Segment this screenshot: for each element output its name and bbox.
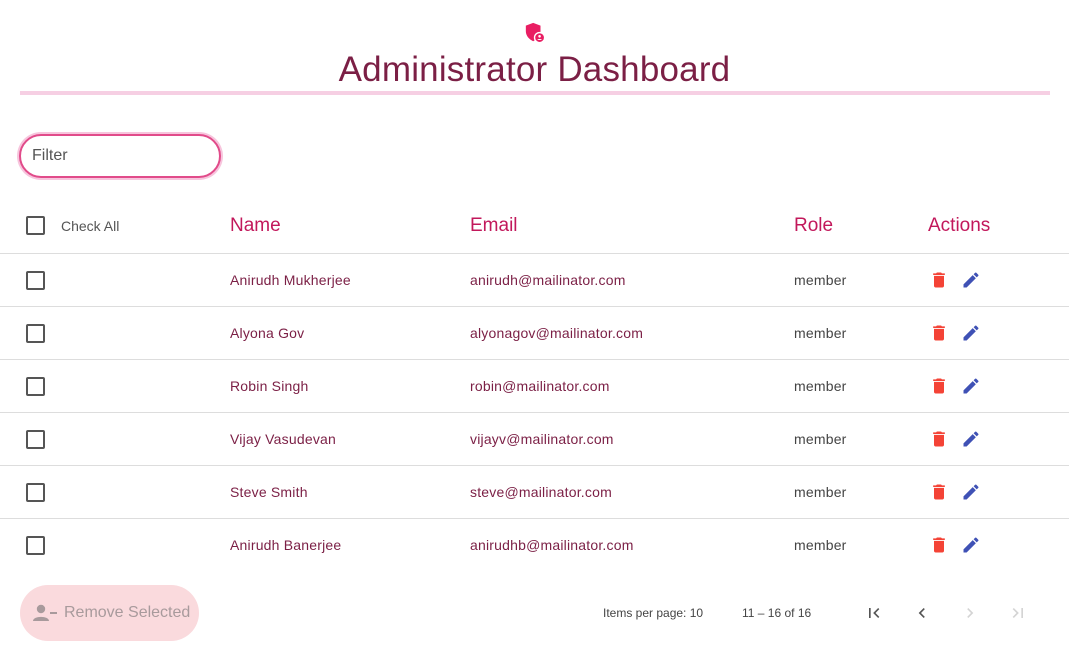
filter-field[interactable] <box>19 134 221 178</box>
remove-selected-label: Remove Selected <box>64 604 191 621</box>
items-per-page: Items per page: 10 <box>603 606 703 620</box>
row-checkbox[interactable] <box>26 429 45 449</box>
page-range-label: 11 – 16 of 16 <box>742 606 812 620</box>
first-page-icon <box>869 608 880 618</box>
filter-input[interactable] <box>30 136 214 176</box>
edit-icon[interactable] <box>960 428 982 450</box>
user-name: Robin Singh <box>230 378 309 394</box>
user-email: vijayv@mailinator.com <box>470 431 614 447</box>
user-email: anirudh@mailinator.com <box>470 272 626 288</box>
user-name: Anirudh Banerjee <box>230 537 342 553</box>
user-email: alyonagov@mailinator.com <box>470 325 644 341</box>
row-checkbox[interactable] <box>26 535 45 555</box>
last-page-icon <box>1012 608 1023 618</box>
table-row: Anirudh Banerjee anirudhb@mailinator.com… <box>0 519 1069 571</box>
page-title: Administrator Dashboard <box>338 50 731 89</box>
user-role: member <box>794 378 847 394</box>
check-all-label: Check All <box>61 217 120 234</box>
user-role: member <box>794 431 847 447</box>
edit-icon[interactable] <box>960 322 982 344</box>
user-email: robin@mailinator.com <box>470 378 610 394</box>
users-table: Check All Name Email Role Actions Anirud… <box>0 198 1069 571</box>
admin-dashboard-page: Administrator Dashboard Check All Name E… <box>0 0 1069 645</box>
remove-user-icon <box>33 604 57 621</box>
row-checkbox[interactable] <box>26 323 45 343</box>
user-role: member <box>794 325 847 341</box>
delete-icon[interactable] <box>928 428 950 450</box>
remove-selected-button[interactable]: Remove Selected <box>20 585 199 641</box>
items-per-page-select[interactable]: 10 <box>690 606 703 620</box>
user-email: steve@mailinator.com <box>470 484 612 500</box>
delete-icon[interactable] <box>928 375 950 397</box>
edit-icon[interactable] <box>960 534 982 556</box>
title-divider <box>20 91 1050 95</box>
column-header-name[interactable]: Name <box>230 198 281 253</box>
table-row: Alyona Gov alyonagov@mailinator.com memb… <box>0 307 1069 360</box>
user-role: member <box>794 537 847 553</box>
admin-shield-icon <box>525 22 546 44</box>
edit-icon[interactable] <box>960 269 982 291</box>
column-header-email[interactable]: Email <box>470 198 518 253</box>
table-row: Steve Smith steve@mailinator.com member <box>0 466 1069 519</box>
user-name: Anirudh Mukherjee <box>230 272 351 288</box>
row-checkbox[interactable] <box>26 270 45 290</box>
edit-icon[interactable] <box>960 375 982 397</box>
delete-icon[interactable] <box>928 481 950 503</box>
user-role: member <box>794 484 847 500</box>
last-page-button[interactable] <box>1006 601 1030 625</box>
user-name: Steve Smith <box>230 484 308 500</box>
delete-icon[interactable] <box>928 322 950 344</box>
chevron-left-icon <box>918 608 925 618</box>
table-row: Vijay Vasudevan vijayv@mailinator.com me… <box>0 413 1069 466</box>
user-name: Alyona Gov <box>230 325 305 341</box>
next-page-button[interactable] <box>958 601 982 625</box>
chevron-right-icon <box>967 608 974 618</box>
column-header-role[interactable]: Role <box>794 198 833 253</box>
previous-page-button[interactable] <box>910 601 934 625</box>
table-header-row: Check All Name Email Role Actions <box>0 198 1069 254</box>
check-all: Check All <box>26 198 119 253</box>
row-checkbox[interactable] <box>26 482 45 502</box>
column-header-actions: Actions <box>928 214 991 236</box>
user-email: anirudhb@mailinator.com <box>470 537 634 553</box>
check-all-checkbox[interactable] <box>26 216 45 235</box>
delete-icon[interactable] <box>928 269 950 291</box>
delete-icon[interactable] <box>928 534 950 556</box>
user-role: member <box>794 272 847 288</box>
table-row: Anirudh Mukherjee anirudh@mailinator.com… <box>0 254 1069 307</box>
row-checkbox[interactable] <box>26 376 45 396</box>
items-per-page-label: Items per page: <box>603 606 687 620</box>
user-name: Vijay Vasudevan <box>230 431 336 447</box>
table-row: Robin Singh robin@mailinator.com member <box>0 360 1069 413</box>
first-page-button[interactable] <box>862 601 886 625</box>
edit-icon[interactable] <box>960 481 982 503</box>
